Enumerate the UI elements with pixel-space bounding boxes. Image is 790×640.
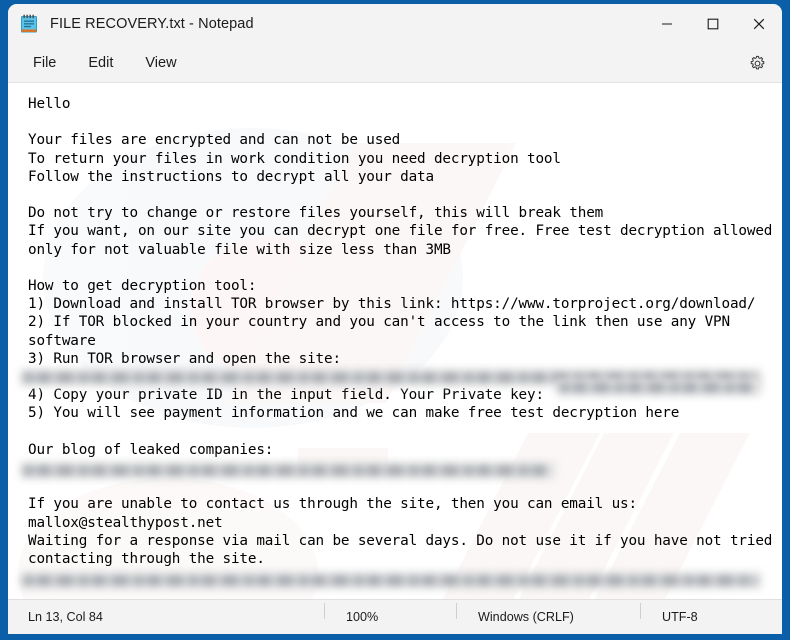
redacted-footer-address bbox=[20, 572, 762, 589]
title-bar[interactable]: FILE RECOVERY.txt - Notepad bbox=[8, 4, 782, 44]
notepad-window: FILE RECOVERY.txt - Notepad File Edit Vi… bbox=[8, 4, 782, 634]
line-ending[interactable]: Windows (CRLF) bbox=[456, 603, 618, 624]
zoom-level[interactable]: 100% bbox=[324, 603, 434, 624]
text-editor-area[interactable]: Hello Your files are encrypted and can n… bbox=[8, 83, 782, 599]
window-frame: FILE RECOVERY.txt - Notepad File Edit Vi… bbox=[0, 0, 790, 640]
redacted-blog-url bbox=[20, 462, 556, 479]
notepad-icon bbox=[20, 14, 38, 34]
ransom-note-text[interactable]: Hello Your files are encrypted and can n… bbox=[8, 83, 782, 568]
window-controls bbox=[644, 4, 782, 44]
menu-view[interactable]: View bbox=[132, 50, 189, 76]
menu-file[interactable]: File bbox=[20, 50, 69, 76]
redacted-private-key bbox=[556, 379, 762, 396]
window-title: FILE RECOVERY.txt - Notepad bbox=[50, 16, 254, 32]
minimize-icon[interactable] bbox=[644, 4, 690, 44]
close-icon[interactable] bbox=[736, 4, 782, 44]
cursor-position: Ln 13, Col 84 bbox=[28, 610, 103, 624]
menu-bar: File Edit View bbox=[8, 44, 782, 83]
menu-edit[interactable]: Edit bbox=[75, 50, 126, 76]
status-bar: Ln 13, Col 84 100% Windows (CRLF) UTF-8 bbox=[8, 599, 782, 634]
encoding[interactable]: UTF-8 bbox=[640, 603, 782, 624]
gear-icon[interactable] bbox=[742, 49, 772, 77]
maximize-icon[interactable] bbox=[690, 4, 736, 44]
